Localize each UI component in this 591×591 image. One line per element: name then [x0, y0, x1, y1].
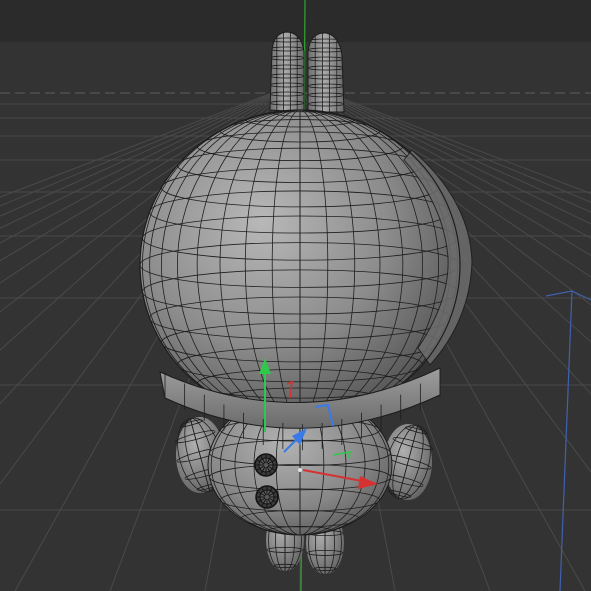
ear-left[interactable]	[269, 31, 305, 113]
ear-right[interactable]	[307, 32, 345, 113]
gizmo-center[interactable]	[298, 468, 302, 472]
3d-viewport[interactable]	[0, 0, 591, 591]
coat-button-upper[interactable]	[254, 453, 278, 477]
coat-button-lower[interactable]	[255, 485, 279, 509]
